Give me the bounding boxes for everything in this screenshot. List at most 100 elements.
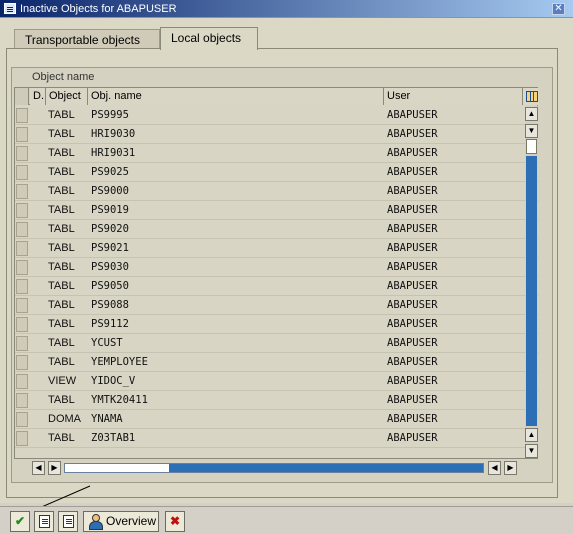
row-selector[interactable] — [16, 412, 28, 427]
document-icon — [63, 515, 74, 528]
row-selector[interactable] — [16, 260, 28, 275]
row-selector[interactable] — [16, 184, 28, 199]
cell-object-name: YCUST — [91, 337, 123, 349]
table-row[interactable]: TABL YCUST ABAPUSER — [15, 334, 539, 353]
row-selector[interactable] — [16, 355, 28, 370]
table-row[interactable]: TABL PS9020 ABAPUSER — [15, 220, 539, 239]
column-settings-button[interactable] — [522, 88, 539, 105]
cell-object-name: YNAMA — [91, 413, 123, 425]
row-selector[interactable] — [16, 374, 28, 389]
cell-user: ABAPUSER — [387, 242, 438, 254]
cell-object-type: TABL — [48, 166, 75, 178]
cell-user: ABAPUSER — [387, 223, 438, 235]
scroll-up-button[interactable]: ▲ — [525, 107, 538, 121]
table-row[interactable]: TABL YEMPLOYEE ABAPUSER — [15, 353, 539, 372]
table-row[interactable]: TABL Z03TAB1 ABAPUSER — [15, 429, 539, 448]
table-row[interactable]: TABL PS9019 ABAPUSER — [15, 201, 539, 220]
row-selector[interactable] — [16, 203, 28, 218]
scroll-left-button[interactable]: ◀ — [32, 461, 45, 475]
cell-user: ABAPUSER — [387, 299, 438, 311]
activate-button[interactable] — [34, 511, 54, 532]
table-row[interactable]: TABL PS9050 ABAPUSER — [15, 277, 539, 296]
table-header: D. Object Obj. name User — [15, 88, 539, 105]
table-row[interactable]: TABL PS9112 ABAPUSER — [15, 315, 539, 334]
scroll-right-page-button[interactable]: ▶ — [48, 461, 61, 475]
cell-object-type: TABL — [48, 223, 75, 235]
row-selector[interactable] — [16, 165, 28, 180]
table-row[interactable]: TABL PS9088 ABAPUSER — [15, 296, 539, 315]
close-icon[interactable]: ✕ — [552, 3, 565, 15]
cell-object-name: PS9020 — [91, 223, 129, 235]
row-selector[interactable] — [16, 127, 28, 142]
table-row[interactable]: TABL YMTK20411 ABAPUSER — [15, 391, 539, 410]
table-row[interactable]: TABL HRI9030 ABAPUSER — [15, 125, 539, 144]
table-row[interactable]: TABL PS9025 ABAPUSER — [15, 163, 539, 182]
continue-button[interactable]: ✔ — [10, 511, 30, 532]
vertical-scrollbar[interactable]: ▲ ▼ ▲ ▼ — [525, 106, 538, 458]
cell-object-type: TABL — [48, 185, 75, 197]
cell-user: ABAPUSER — [387, 166, 438, 178]
cell-object-type: TABL — [48, 147, 75, 159]
cell-user: ABAPUSER — [387, 185, 438, 197]
table-row[interactable]: TABL PS9995 ABAPUSER — [15, 106, 539, 125]
horizontal-scrollbar[interactable]: ◀ ▶ ◀ ▶ — [32, 461, 546, 475]
display-button[interactable] — [58, 511, 78, 532]
cell-object-type: VIEW — [48, 375, 77, 387]
cell-object-type: DOMA — [48, 413, 81, 425]
col-header-obj-name[interactable]: Obj. name — [88, 88, 384, 105]
cell-user: ABAPUSER — [387, 413, 438, 425]
row-selector[interactable] — [16, 241, 28, 256]
select-all-cell[interactable] — [15, 88, 29, 105]
scroll-left-page-button[interactable]: ◀ — [488, 461, 501, 475]
cell-object-type: TABL — [48, 109, 75, 121]
cell-object-name: YEMPLOYEE — [91, 356, 148, 368]
cell-object-type: TABL — [48, 394, 75, 406]
row-selector[interactable] — [16, 298, 28, 313]
cell-user: ABAPUSER — [387, 394, 438, 406]
row-selector[interactable] — [16, 431, 28, 446]
scroll-track[interactable] — [526, 156, 537, 426]
cell-object-name: PS9021 — [91, 242, 129, 254]
cell-user: ABAPUSER — [387, 432, 438, 444]
cell-object-type: TABL — [48, 204, 75, 216]
row-selector[interactable] — [16, 393, 28, 408]
scroll-thumb[interactable] — [526, 139, 537, 154]
row-selector[interactable] — [16, 279, 28, 294]
cell-object-name: PS9030 — [91, 261, 129, 273]
table-row[interactable]: TABL HRI9031 ABAPUSER — [15, 144, 539, 163]
tab-transportable-objects[interactable]: Transportable objects — [14, 29, 160, 49]
scroll-down-button[interactable]: ▼ — [525, 444, 538, 458]
tab-local-objects[interactable]: Local objects — [160, 27, 258, 50]
table-row[interactable]: TABL PS9000 ABAPUSER — [15, 182, 539, 201]
row-selector[interactable] — [16, 336, 28, 351]
h-scroll-track[interactable] — [64, 463, 484, 473]
cell-user: ABAPUSER — [387, 204, 438, 216]
objects-table: D. Object Obj. name User TABL PS9995 ABAPU… — [14, 87, 539, 459]
col-header-object[interactable]: Object — [46, 88, 88, 105]
col-header-d[interactable]: D. — [30, 88, 46, 105]
cell-object-name: PS9995 — [91, 109, 129, 121]
window-icon — [4, 3, 16, 14]
table-settings-icon — [526, 91, 538, 102]
table-row[interactable]: DOMA YNAMA ABAPUSER — [15, 410, 539, 429]
dialog-content: Transportable objects Local objects Obje… — [0, 18, 573, 503]
table-row[interactable]: VIEW YIDOC_V ABAPUSER — [15, 372, 539, 391]
cell-user: ABAPUSER — [387, 147, 438, 159]
cancel-button[interactable]: ✖ — [165, 511, 185, 532]
col-header-user[interactable]: User — [384, 88, 522, 105]
h-scroll-thumb[interactable] — [65, 464, 169, 472]
row-selector[interactable] — [16, 146, 28, 161]
table-row[interactable]: TABL PS9030 ABAPUSER — [15, 258, 539, 277]
overview-button[interactable]: Overview — [83, 511, 159, 532]
row-selector[interactable] — [16, 222, 28, 237]
cell-object-name: HRI9030 — [91, 128, 136, 140]
scroll-page-up-button[interactable]: ▲ — [525, 428, 538, 442]
scroll-right-button[interactable]: ▶ — [504, 461, 517, 475]
cell-user: ABAPUSER — [387, 128, 438, 140]
person-icon — [88, 514, 103, 530]
table-row[interactable]: TABL PS9021 ABAPUSER — [15, 239, 539, 258]
cell-object-name: PS9050 — [91, 280, 129, 292]
row-selector[interactable] — [16, 108, 28, 123]
scroll-down-page-button[interactable]: ▼ — [525, 124, 538, 138]
row-selector[interactable] — [16, 317, 28, 332]
